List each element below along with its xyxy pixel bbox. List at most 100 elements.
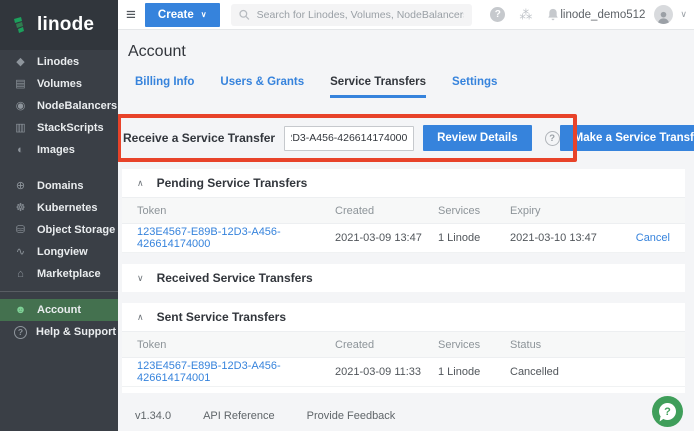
make-service-transfer-button[interactable]: Make a Service Transfer [560,125,694,151]
footer: v1.34.0 API Reference Provide Feedback [135,410,694,422]
sidebar: linode ◆ Linodes ▤ Volumes ◉ NodeBalance… [0,0,118,431]
images-icon: ◐ [13,143,28,158]
column-expiry: Expiry [510,205,632,217]
chevron-up-icon: ∧ [137,178,144,189]
sidebar-item-kubernetes[interactable]: ☸ Kubernetes [0,197,118,219]
column-status: Status [510,339,685,351]
tab-users-grants[interactable]: Users & Grants [220,76,304,98]
column-created: Created [335,205,438,217]
avatar [654,5,673,24]
nodebalancers-icon: ◉ [13,99,28,114]
topbar: ≡ Create ∨ ? ⁂ linode_demo512 [118,0,694,30]
chevron-down-icon: ∨ [137,273,144,284]
sidebar-nav: ◆ Linodes ▤ Volumes ◉ NodeBalancers ▥ St… [0,50,118,343]
receive-help-icon[interactable]: ? [545,131,560,146]
longview-icon: ∿ [13,245,28,260]
column-services: Services [438,339,510,351]
sidebar-item-longview[interactable]: ∿ Longview [0,241,118,263]
section-title: Received Service Transfers [157,271,313,285]
object-storage-icon: ⛁ [13,223,28,238]
sent-table-row: 123E4567-E89B-12D3-A456-426614174001 202… [122,358,685,387]
nav-group-gap [0,161,118,175]
chevron-down-icon: ∨ [680,9,687,20]
notifications-bell-icon[interactable] [546,7,560,22]
section-title: Pending Service Transfers [157,176,308,190]
account-icon: ☻ [13,303,28,318]
help-circle-icon: ? [14,326,27,339]
received-transfers-header[interactable]: ∨ Received Service Transfers [122,264,685,292]
card-padding [122,387,685,393]
sidebar-item-linodes[interactable]: ◆ Linodes [0,51,118,73]
tab-service-transfers[interactable]: Service Transfers [330,76,426,98]
community-icon[interactable]: ⁂ [519,8,532,21]
marketplace-icon: ⌂ [13,267,28,282]
pending-transfers-header[interactable]: ∧ Pending Service Transfers [122,169,685,197]
kubernetes-icon: ☸ [13,201,28,216]
linode-logo-icon [11,15,31,35]
api-reference-link[interactable]: API Reference [203,410,275,422]
sidebar-item-marketplace[interactable]: ⌂ Marketplace [0,263,118,285]
create-button[interactable]: Create ∨ [145,3,220,27]
search-bar[interactable] [231,4,473,26]
provide-feedback-link[interactable]: Provide Feedback [307,410,396,422]
domains-icon: ⊕ [13,179,28,194]
linodes-icon: ◆ [13,55,28,70]
topbar-icons: ? ⁂ [490,7,560,22]
receive-transfer-group: Receive a Service Transfer Review Detail… [123,125,560,151]
pending-transfers-card: ∧ Pending Service Transfers Token Create… [122,169,685,253]
review-details-button[interactable]: Review Details [423,125,532,151]
chevron-down-icon: ∨ [201,10,207,19]
username: linode_demo512 [560,9,645,21]
status-cell: Cancelled [510,366,685,378]
hamburger-menu-icon[interactable]: ≡ [126,6,136,23]
app-version: v1.34.0 [135,410,171,422]
created-cell: 2021-03-09 13:47 [335,232,438,244]
column-token: Token [122,339,335,351]
chevron-up-icon: ∧ [137,312,144,323]
search-input[interactable] [257,9,465,21]
sidebar-item-object-storage[interactable]: ⛁ Object Storage [0,219,118,241]
receive-transfer-row: Receive a Service Transfer Review Detail… [123,125,685,151]
sidebar-item-account[interactable]: ☻ Account [0,299,118,321]
sidebar-item-images[interactable]: ◐ Images [0,139,118,161]
nav-divider [0,291,118,292]
sidebar-item-volumes[interactable]: ▤ Volumes [0,73,118,95]
expiry-cell: 2021-03-10 13:47 [510,232,632,244]
profile-menu[interactable]: linode_demo512 ∨ [560,5,687,24]
sidebar-item-stackscripts[interactable]: ▥ StackScripts [0,117,118,139]
services-cell: 1 Linode [438,232,510,244]
receive-transfer-label: Receive a Service Transfer [123,131,275,145]
linode-logo[interactable]: linode [0,0,118,50]
logo-text: linode [37,14,94,36]
volumes-icon: ▤ [13,77,28,92]
page-title: Account [128,43,694,61]
receive-transfer-input[interactable] [284,126,414,151]
sent-table-header: Token Created Services Status [122,331,685,358]
linode-cloud-manager: linode ◆ Linodes ▤ Volumes ◉ NodeBalance… [0,0,694,431]
section-title: Sent Service Transfers [157,310,286,324]
received-transfers-card: ∨ Received Service Transfers [122,264,685,292]
pending-table-header: Token Created Services Expiry [122,197,685,224]
tab-billing-info[interactable]: Billing Info [135,76,194,98]
search-icon [239,9,250,21]
token-link[interactable]: 123E4567-E89B-12D3-A456-426614174000 [122,226,335,250]
sidebar-item-domains[interactable]: ⊕ Domains [0,175,118,197]
column-token: Token [122,205,335,217]
services-cell: 1 Linode [438,366,510,378]
help-fab-button[interactable]: ? [652,396,683,427]
help-icon[interactable]: ? [490,7,505,22]
main-content: Account Billing Info Users & Grants Serv… [118,30,694,431]
sent-transfers-header[interactable]: ∧ Sent Service Transfers [122,303,685,331]
transfer-sections: ∧ Pending Service Transfers Token Create… [122,169,685,393]
sidebar-item-nodebalancers[interactable]: ◉ NodeBalancers [0,95,118,117]
cancel-link[interactable]: Cancel [632,232,685,244]
created-cell: 2021-03-09 11:33 [335,366,438,378]
sent-transfers-card: ∧ Sent Service Transfers Token Created S… [122,303,685,393]
token-link[interactable]: 123E4567-E89B-12D3-A456-426614174001 [122,360,335,384]
stackscripts-icon: ▥ [13,121,28,136]
sidebar-item-help-support[interactable]: ? Help & Support [0,321,118,343]
tab-settings[interactable]: Settings [452,76,497,98]
help-bubble-icon: ? [659,403,676,420]
tab-bar: Billing Info Users & Grants Service Tran… [135,76,694,98]
column-services: Services [438,205,510,217]
